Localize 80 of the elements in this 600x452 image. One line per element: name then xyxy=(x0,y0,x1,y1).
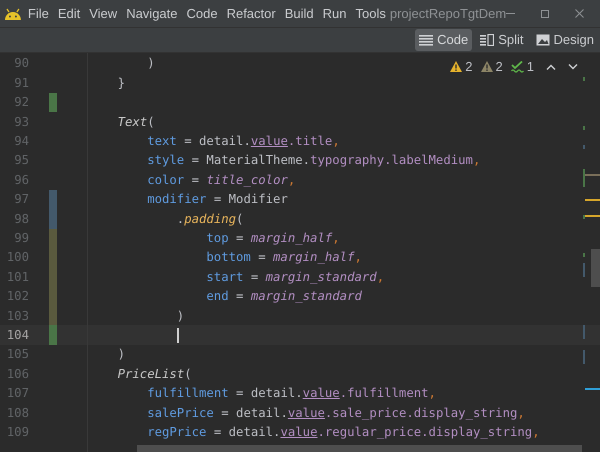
text-caret xyxy=(176,328,179,343)
code-line: start = margin_standard, xyxy=(206,268,384,286)
line-number: 108 xyxy=(6,404,30,422)
line-number: 99 xyxy=(13,230,30,247)
menu-item[interactable]: Edit xyxy=(58,4,80,24)
minimize-icon[interactable] xyxy=(506,13,516,14)
menu-item[interactable]: Code xyxy=(186,4,218,24)
line-number: 95 xyxy=(13,152,30,170)
menu-item[interactable]: View xyxy=(89,4,118,24)
menu-item[interactable]: Tools xyxy=(356,4,386,24)
stripe-marker xyxy=(585,388,600,390)
line-number: 107 xyxy=(6,385,30,402)
inspection-count: 2 xyxy=(465,58,473,76)
window-title: projectRepoTgtDem xyxy=(390,4,506,23)
code-line: } xyxy=(118,74,125,92)
line-number: 106 xyxy=(6,366,30,383)
code-line: bottom = margin_half, xyxy=(206,249,362,266)
stripe-marker xyxy=(583,126,585,130)
menu-item[interactable]: Build xyxy=(284,4,314,24)
close-icon[interactable] xyxy=(575,9,584,18)
warning-icon xyxy=(480,61,493,72)
code-line: ) xyxy=(118,346,125,364)
vertical-scrollbar-thumb[interactable] xyxy=(591,249,600,287)
split-view-icon xyxy=(480,34,494,46)
line-number: 102 xyxy=(6,288,30,306)
stripe-marker xyxy=(583,350,585,364)
spellcheck-icon xyxy=(510,60,524,73)
menu-item[interactable]: File xyxy=(28,4,49,24)
line-number: 109 xyxy=(6,424,30,441)
line-number: 100 xyxy=(6,249,30,266)
inspection-count: 1 xyxy=(526,58,534,76)
stripe-marker xyxy=(583,77,585,81)
code-line: ) xyxy=(176,308,184,325)
menu-item[interactable]: Refactor xyxy=(226,4,276,24)
maximize-icon[interactable] xyxy=(541,10,550,18)
inspection-count: 2 xyxy=(496,58,503,76)
android-logo-icon xyxy=(4,8,22,20)
lines-icon xyxy=(419,34,434,46)
view-mode-tab[interactable]: Code xyxy=(415,29,472,51)
code-line: fulfillment = detail.value.fulfillment, xyxy=(147,385,436,402)
chevron-down-icon[interactable] xyxy=(568,64,578,70)
line-number: 91 xyxy=(13,74,30,92)
line-number: 101 xyxy=(6,268,30,286)
horizontal-scrollbar-thumb[interactable] xyxy=(137,445,582,452)
view-mode-tab[interactable]: Split xyxy=(476,29,528,51)
stripe-marker xyxy=(583,263,585,277)
code-line: style = MaterialTheme.typography.labelMedium, xyxy=(147,152,480,170)
code-line: modifier = Modifier xyxy=(147,191,288,208)
inspection-counter[interactable]: 2 xyxy=(450,57,473,76)
code-line: Text( xyxy=(118,114,155,131)
line-number: 105 xyxy=(6,346,30,364)
code-line: text = detail.value.title, xyxy=(147,133,340,150)
line-number: 96 xyxy=(13,172,30,189)
chevron-up-icon[interactable] xyxy=(546,64,556,70)
stripe-marker xyxy=(583,145,585,149)
menu-item[interactable]: Run xyxy=(322,4,346,24)
image-icon xyxy=(536,34,550,46)
line-number: 98 xyxy=(13,210,30,228)
code-line: salePrice = detail.value.sale_price.display_string, xyxy=(147,404,525,422)
inspection-counter[interactable]: 2 xyxy=(480,57,503,76)
stripe-marker xyxy=(583,325,585,339)
code-line: ) xyxy=(147,55,155,72)
code-line: end = margin_standard xyxy=(206,288,362,306)
code-line: regPrice = detail.value.regular_price.display_string, xyxy=(147,424,540,441)
code-line: color = title_color, xyxy=(147,172,296,189)
line-number: 93 xyxy=(13,114,30,131)
code-line: PriceList( xyxy=(118,366,192,383)
line-number: 103 xyxy=(6,308,30,325)
menu-item[interactable]: Navigate xyxy=(126,4,178,24)
line-number: 90 xyxy=(13,55,30,72)
line-number: 97 xyxy=(13,191,30,208)
stripe-marker xyxy=(585,199,600,201)
code-line: top = margin_half, xyxy=(206,230,340,247)
inspection-counter[interactable]: 1 xyxy=(510,57,534,76)
line-number: 92 xyxy=(13,94,30,112)
view-mode-tab[interactable]: Design xyxy=(532,29,598,51)
stripe-marker xyxy=(583,253,585,257)
line-number: 104 xyxy=(6,326,30,344)
code-line: .padding( xyxy=(176,210,244,228)
line-number: 94 xyxy=(13,133,30,150)
